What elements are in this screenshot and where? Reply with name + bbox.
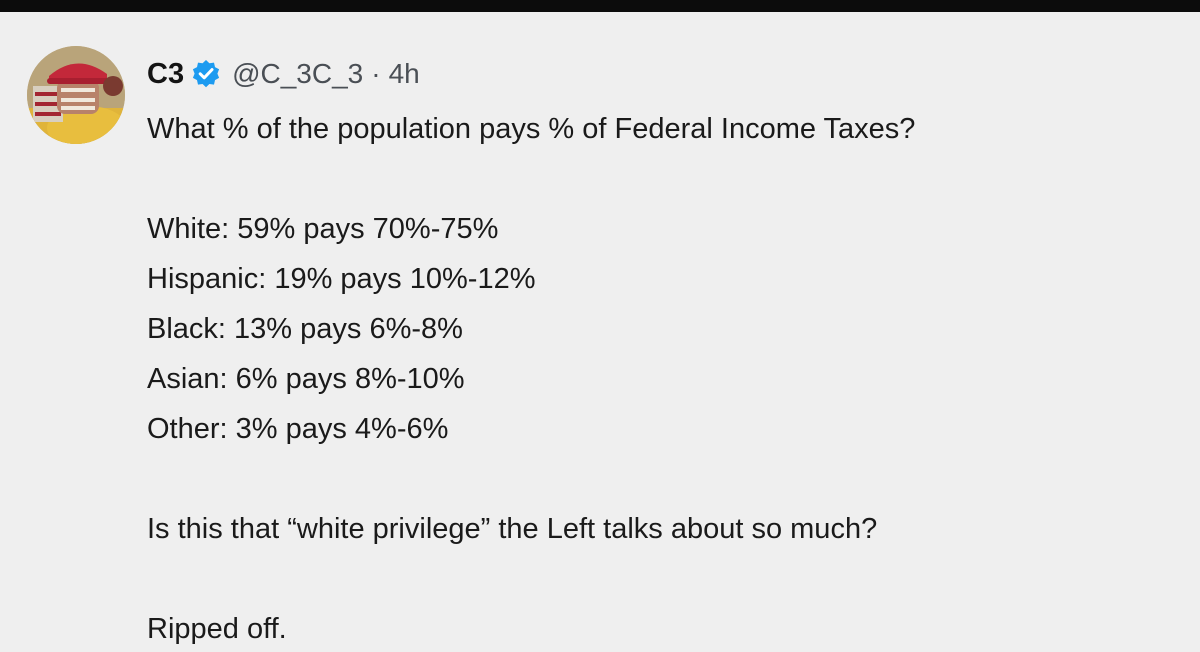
post-header: C3 @C_3C_3 · 4h xyxy=(147,52,420,96)
post-line-asian: Asian: 6% pays 8%-10% xyxy=(147,363,465,395)
post-line-black: Black: 13% pays 6%-8% xyxy=(147,313,463,345)
post-line-white: White: 59% pays 70%-75% xyxy=(147,213,499,245)
post-closing-remark: Ripped off. xyxy=(147,613,287,645)
avatar[interactable] xyxy=(27,46,125,144)
post-line-other: Other: 3% pays 4%-6% xyxy=(147,413,449,445)
author-handle[interactable]: @C_3C_3 xyxy=(232,58,363,90)
top-border xyxy=(0,0,1200,12)
post-question: What % of the population pays % of Feder… xyxy=(147,113,916,145)
post-body: What % of the population pays % of Feder… xyxy=(147,104,1177,652)
header-separator: · xyxy=(371,58,381,89)
post-timestamp[interactable]: 4h xyxy=(389,58,420,90)
post-line-hispanic: Hispanic: 19% pays 10%-12% xyxy=(147,263,536,295)
screenshot-frame: C3 @C_3C_3 · 4h What % of the population… xyxy=(0,0,1200,652)
post-closing-question: Is this that “white privilege” the Left … xyxy=(147,513,878,545)
verified-badge-icon xyxy=(191,59,221,89)
author-display-name[interactable]: C3 xyxy=(147,58,184,91)
